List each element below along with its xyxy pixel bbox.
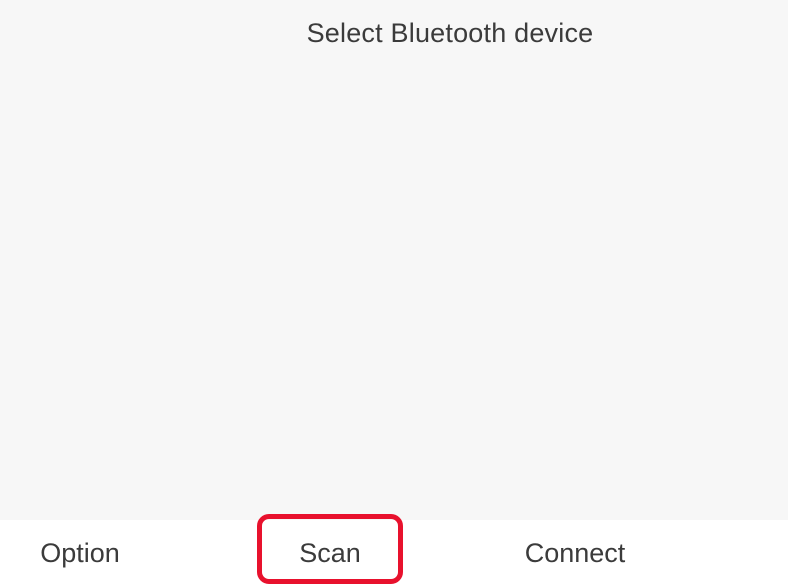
connect-softkey[interactable]: Connect <box>475 520 675 587</box>
scan-softkey[interactable]: Scan <box>255 520 405 587</box>
softkey-bar: Option Scan Connect <box>0 520 788 587</box>
phone-screen: Select Bluetooth device <box>0 0 788 520</box>
option-softkey[interactable]: Option <box>0 520 160 587</box>
screen-title: Select Bluetooth device <box>306 18 594 48</box>
